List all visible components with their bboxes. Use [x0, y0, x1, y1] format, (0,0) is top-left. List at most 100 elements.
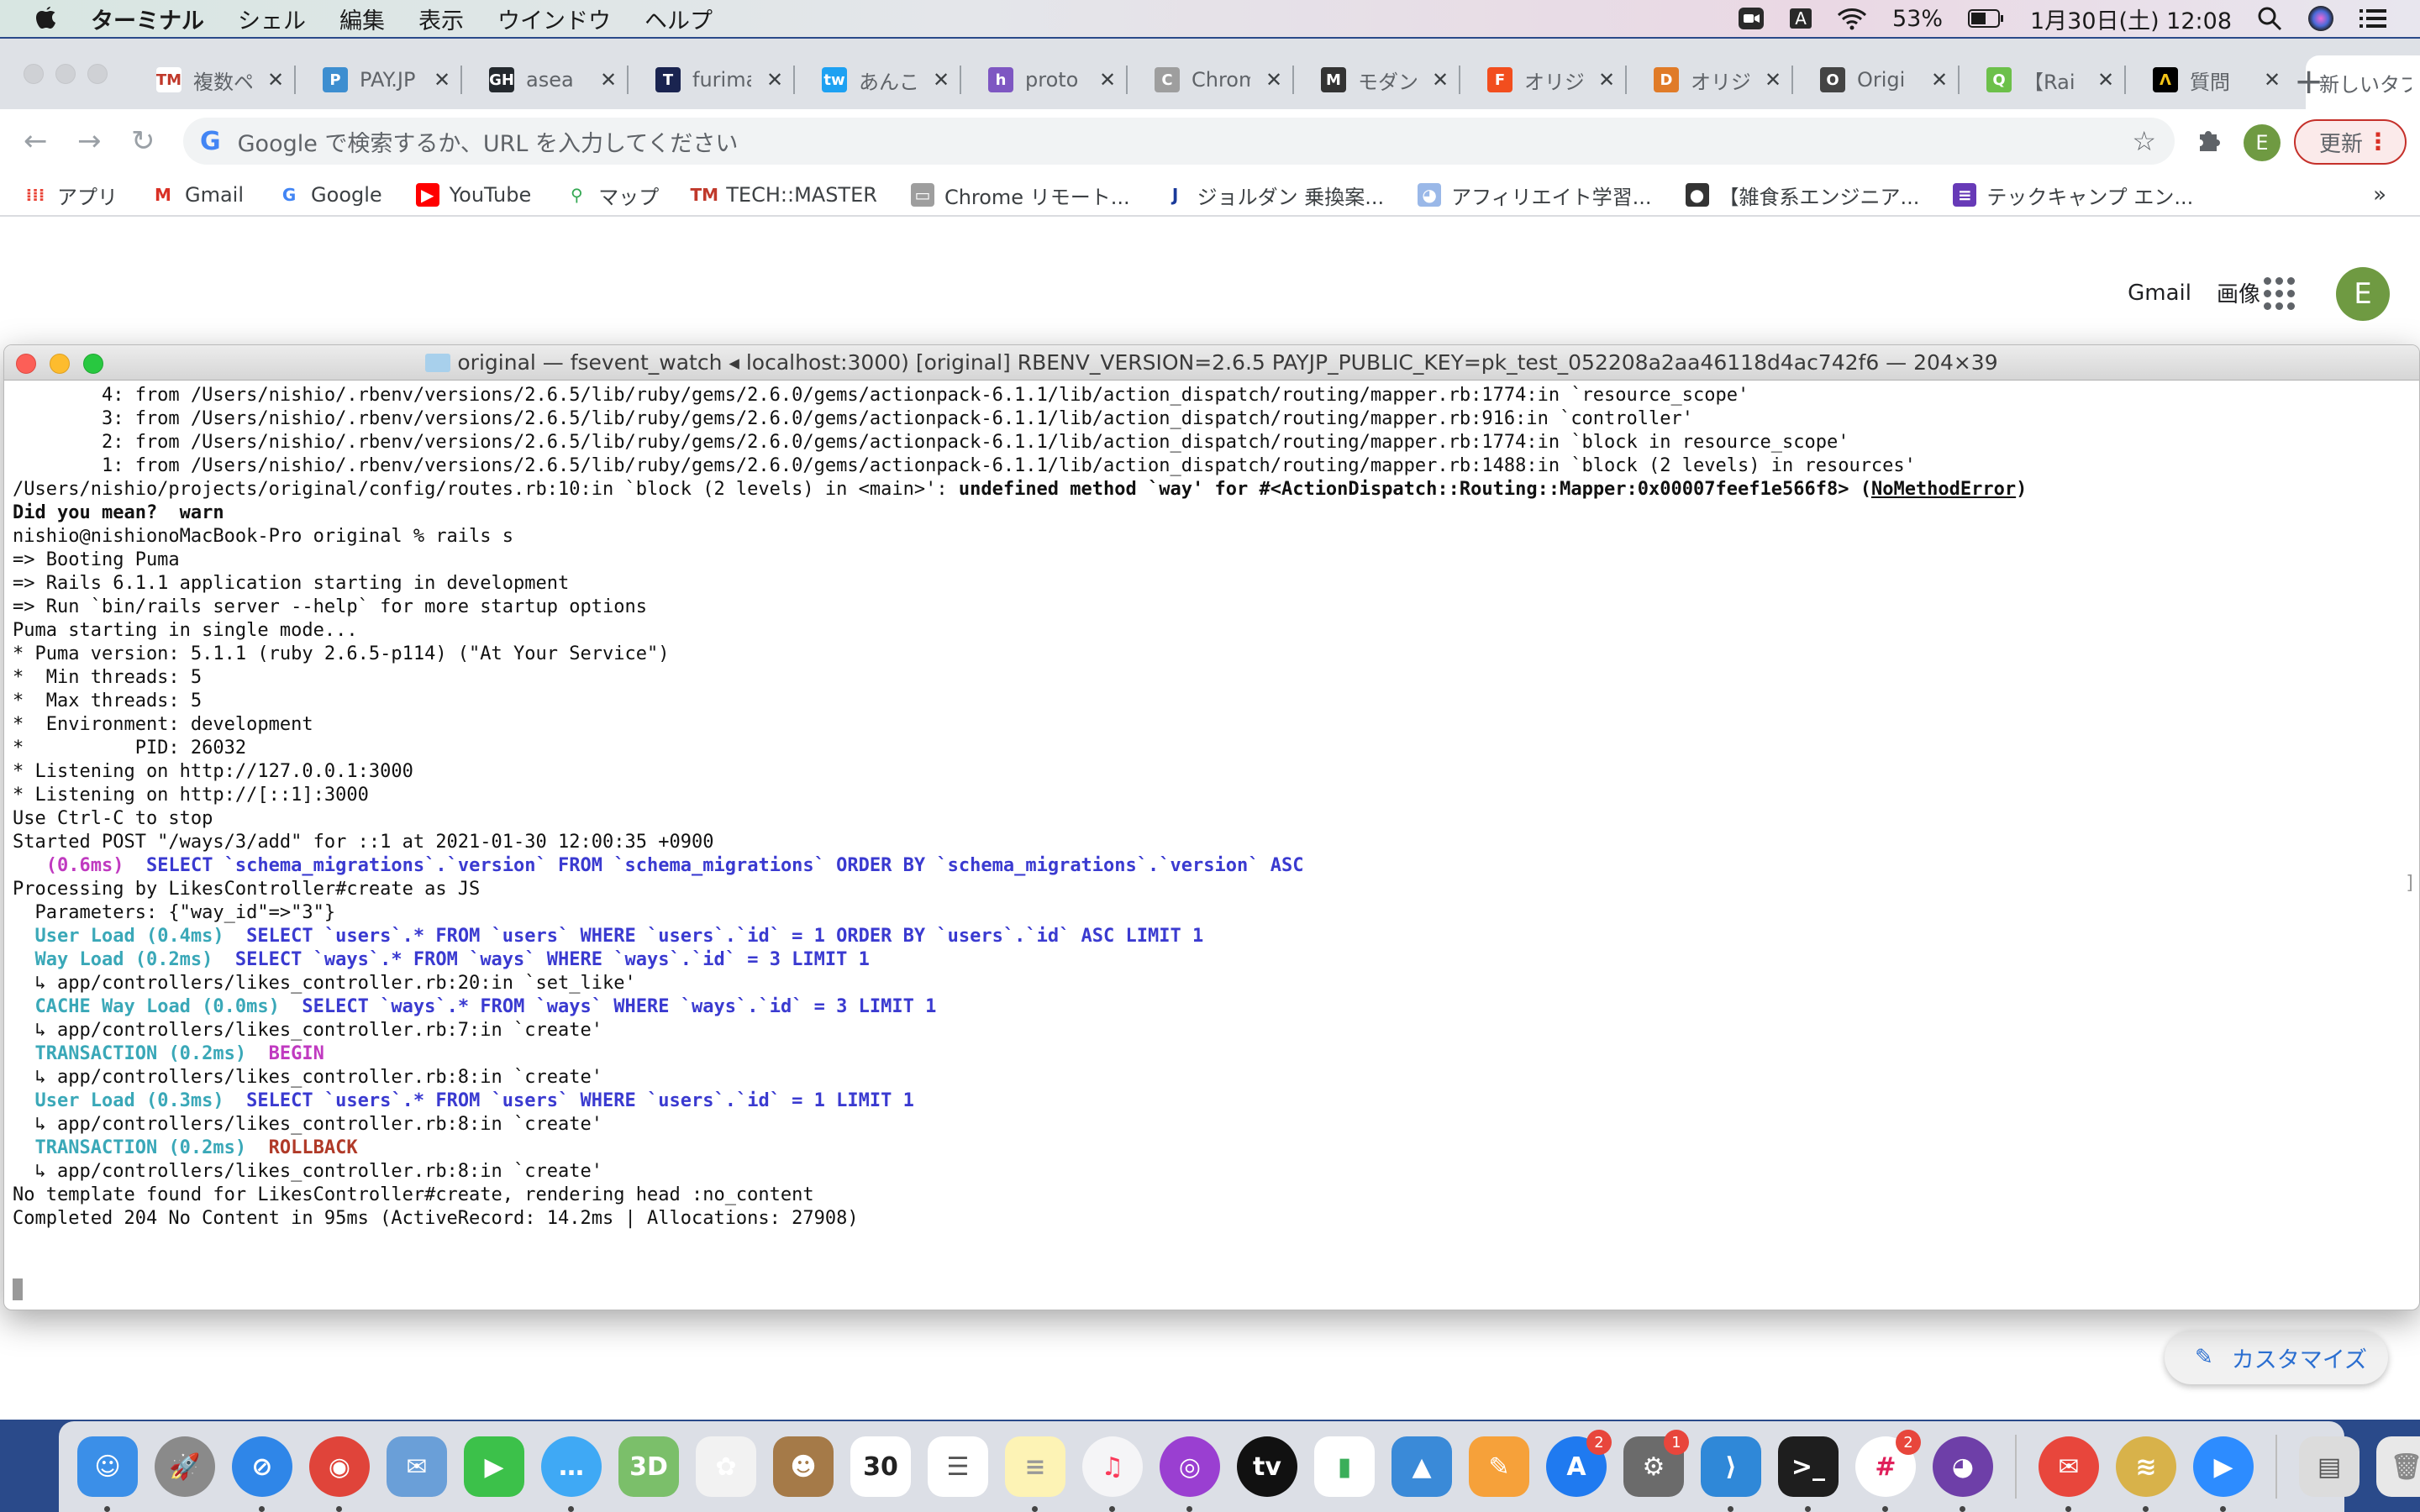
- new-tab-button[interactable]: +: [2294, 60, 2323, 102]
- menu-window[interactable]: ウインドウ: [497, 3, 611, 35]
- menu-app-terminal[interactable]: ターミナル: [91, 3, 204, 35]
- bookmark-item[interactable]: ◕ アフィリエイト学習...: [1418, 181, 1652, 210]
- bookmark-item[interactable]: J ジョルダン 乗換案...: [1163, 181, 1384, 210]
- dock-mail-stamp[interactable]: ✉: [385, 1433, 449, 1500]
- input-source-icon[interactable]: A: [1790, 8, 1812, 29]
- tab-close-icon[interactable]: ✕: [1432, 68, 1449, 92]
- dock-numbers[interactable]: ▮: [1313, 1433, 1376, 1500]
- tab-close-icon[interactable]: ✕: [2097, 68, 2114, 92]
- menu-view[interactable]: 表示: [418, 3, 464, 35]
- dock-calendar[interactable]: 30: [849, 1433, 913, 1500]
- menu-shell[interactable]: シェル: [238, 3, 306, 35]
- tab-close-icon[interactable]: ✕: [267, 68, 284, 92]
- terminal-output[interactable]: 4: from /Users/nishio/.rbenv/versions/2.…: [4, 381, 2419, 1305]
- tab-close-icon[interactable]: ✕: [1765, 68, 1781, 92]
- dock-downloads-stack[interactable]: ▤: [2297, 1433, 2361, 1500]
- tab[interactable]: GH asea ✕: [476, 55, 629, 104]
- bookmark-item[interactable]: ≡ テックキャンプ エン...: [1953, 181, 2193, 210]
- tab[interactable]: F オリジ ✕: [1474, 55, 1627, 104]
- zoom-status-icon[interactable]: [1738, 7, 1765, 30]
- bookmark-item[interactable]: ▭ Chrome リモート...: [910, 181, 1130, 210]
- images-link[interactable]: 画像: [2217, 277, 2260, 308]
- forward-button[interactable]: →: [77, 124, 102, 158]
- tab-close-icon[interactable]: ✕: [933, 68, 950, 92]
- terminal-close-button[interactable]: [16, 354, 36, 374]
- dock-facetime[interactable]: ▶: [462, 1433, 526, 1500]
- spotlight-search-icon[interactable]: [2257, 6, 2282, 31]
- notification-center-icon[interactable]: [2360, 8, 2386, 29]
- tab-close-icon[interactable]: ✕: [1598, 68, 1615, 92]
- dock-apple-tv[interactable]: tv: [1235, 1433, 1299, 1500]
- tab[interactable]: TM 複数ペ ✕: [143, 55, 296, 104]
- bookmark-item[interactable]: ⚲ マップ: [565, 181, 659, 210]
- tab-close-icon[interactable]: ✕: [766, 68, 783, 92]
- siri-icon[interactable]: [2307, 5, 2334, 32]
- tab[interactable]: O Origi ✕: [1807, 55, 1960, 104]
- customize-button[interactable]: ✎ カスタマイズ: [2165, 1331, 2388, 1384]
- update-chrome-button[interactable]: 更新 ⋮: [2294, 119, 2407, 165]
- address-bar[interactable]: G Google で検索するか、URL を入力してください ☆: [183, 118, 2175, 165]
- apple-menu-icon[interactable]: [34, 5, 59, 32]
- menu-edit[interactable]: 編集: [339, 3, 385, 35]
- dock-podcasts[interactable]: ◎: [1158, 1433, 1222, 1512]
- dock-launchpad[interactable]: 🚀: [153, 1433, 217, 1500]
- tab[interactable]: Q 【Rai ✕: [1973, 55, 2126, 104]
- bookmark-item[interactable]: ● 【雑食系エンジニア...: [1685, 181, 1919, 210]
- dock-music[interactable]: ♫: [1081, 1433, 1144, 1512]
- dock-chrome[interactable]: ◉: [308, 1433, 371, 1512]
- terminal-titlebar[interactable]: original — fsevent_watch ◂ localhost:300…: [4, 345, 2419, 381]
- gmail-link[interactable]: Gmail: [2128, 281, 2191, 306]
- dock-app-store[interactable]: A2: [1544, 1430, 1612, 1500]
- dock-reminders[interactable]: ☰: [926, 1433, 990, 1500]
- extensions-puzzle-icon[interactable]: [2195, 126, 2222, 160]
- bookmark-item[interactable]: ⁞⁞⁞ アプリ: [24, 181, 118, 210]
- menubar-clock[interactable]: 1月30日(土) 12:08: [2030, 3, 2232, 35]
- terminal-minimize-button[interactable]: [50, 354, 70, 374]
- tab[interactable]: tw あんこ ✕: [808, 55, 961, 104]
- tab[interactable]: D オリジ ✕: [1640, 55, 1793, 104]
- tab[interactable]: P PAY.JP ✕: [309, 55, 462, 104]
- dock-spark-mail[interactable]: ✉: [2037, 1433, 2101, 1512]
- google-apps-icon[interactable]: [2264, 277, 2295, 310]
- tab[interactable]: C Chrome ✕: [1141, 55, 1294, 104]
- dock-github-desktop[interactable]: ◕: [1931, 1433, 1995, 1512]
- bookmark-item[interactable]: G Google: [277, 183, 382, 207]
- dock-maps[interactable]: 3D: [617, 1433, 681, 1500]
- dock-zoom[interactable]: ▶: [2191, 1433, 2255, 1512]
- tab-close-icon[interactable]: ✕: [2264, 68, 2281, 92]
- dock-slack[interactable]: #2: [1854, 1430, 1921, 1512]
- tab-close-icon[interactable]: ✕: [1931, 68, 1948, 92]
- dock-sequel-pro[interactable]: ≋: [2114, 1433, 2178, 1512]
- tab[interactable]: h proto ✕: [975, 55, 1128, 104]
- menu-help[interactable]: ヘルプ: [644, 3, 713, 35]
- tab-close-icon[interactable]: ✕: [434, 68, 450, 92]
- tab[interactable]: Tfurima ✕: [642, 55, 795, 104]
- chrome-close-button[interactable]: [24, 64, 44, 84]
- terminal-zoom-button[interactable]: [83, 354, 103, 374]
- dock-finder[interactable]: ☺: [76, 1433, 139, 1512]
- dock-contacts[interactable]: ☻: [771, 1433, 835, 1500]
- tab-close-icon[interactable]: ✕: [1099, 68, 1116, 92]
- tab[interactable]: M モダン ✕: [1307, 55, 1460, 104]
- bookmark-star-icon[interactable]: ☆: [2132, 125, 2156, 157]
- dock-notes[interactable]: ≡: [1003, 1433, 1067, 1512]
- profile-avatar[interactable]: E: [2244, 124, 2281, 161]
- bookmark-item[interactable]: ▶ YouTube: [415, 183, 531, 207]
- wifi-icon[interactable]: [1837, 7, 1867, 30]
- dock-photos[interactable]: ✿: [694, 1433, 758, 1500]
- bookmarks-overflow-button[interactable]: »: [2373, 182, 2386, 207]
- tab-close-icon[interactable]: ✕: [600, 68, 617, 92]
- reload-button[interactable]: ↻: [131, 124, 155, 158]
- dock-pages[interactable]: ✎: [1467, 1433, 1531, 1500]
- dock-safari[interactable]: ⊘: [230, 1433, 294, 1512]
- dock-keynote[interactable]: ▲: [1390, 1433, 1454, 1500]
- dock-messages[interactable]: …: [539, 1433, 603, 1512]
- dock-terminal[interactable]: >_: [1776, 1433, 1840, 1512]
- chrome-minimize-button[interactable]: [55, 64, 76, 84]
- battery-icon[interactable]: [1968, 8, 2005, 29]
- dock-trash[interactable]: 🗑: [2375, 1433, 2420, 1500]
- dock-system-preferences[interactable]: ⚙ 1: [1622, 1430, 1689, 1500]
- google-account-avatar[interactable]: E: [2336, 267, 2390, 321]
- back-button[interactable]: ←: [24, 124, 48, 158]
- dock-vscode[interactable]: ⟩: [1699, 1433, 1763, 1512]
